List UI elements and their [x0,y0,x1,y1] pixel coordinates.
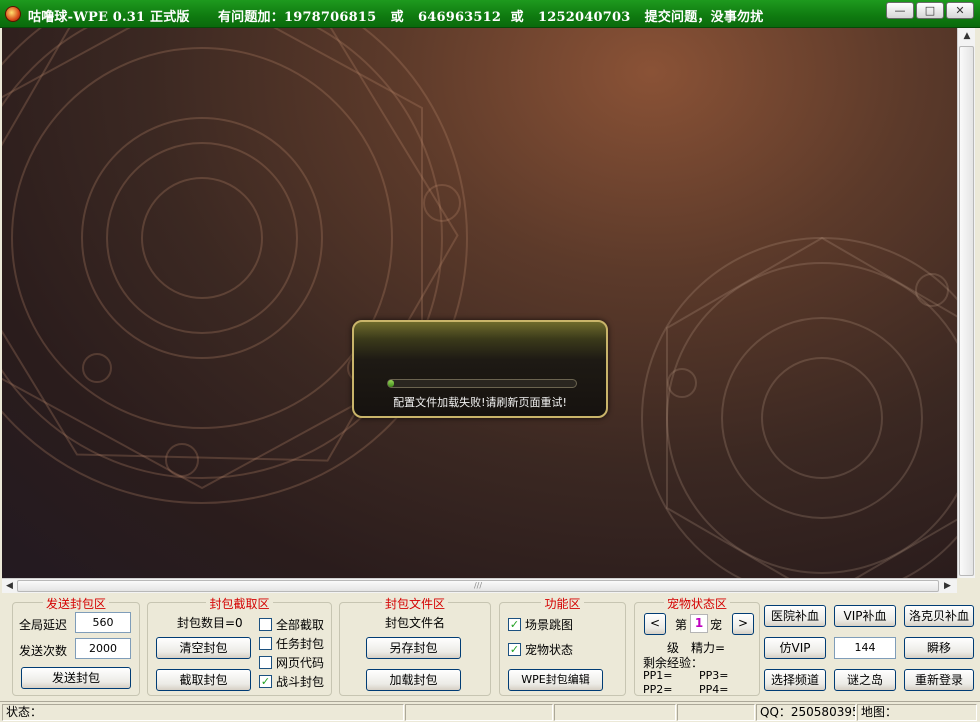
loading-error-message: 配置文件加载失败!请刷新页面重试! [393,396,567,409]
checkbox-label: 任务封包 [276,637,325,651]
horizontal-scroll-thumb[interactable]: /// [17,580,939,592]
checkbox-label: 场景跳图 [525,618,574,632]
send-count-label: 发送次数 [19,644,68,658]
pet-index-suffix: 宠 [710,618,723,632]
pp2-label: PP2= [643,683,673,696]
clear-packets-button[interactable]: 清空封包 [156,637,251,659]
status-cell-empty-3 [677,704,755,721]
loading-progress-fill [388,380,394,387]
fake-vip-button[interactable]: 仿VIP [764,637,826,659]
function-group: 功能区 ✓ 场景跳图 ✓ 宠物状态 WPE封包编辑 [499,597,626,696]
wpe-packet-editor-button[interactable]: WPE封包编辑 [508,669,603,691]
pet-index-prefix: 第 [675,618,688,632]
title-bar[interactable]: 咕噜球-WPE 0.31 正式版 有问题加：1978706815 或 64696… [0,0,980,28]
loading-dialog: 配置文件加载失败!请刷新页面重试! [352,320,608,418]
maximize-button[interactable]: □ [916,2,944,19]
qq-number: QQ：2505803952 [756,704,856,721]
pp1-label: PP1= [643,669,673,682]
riddle-island-button[interactable]: 谜之岛 [834,669,896,691]
pet-group-title: 宠物状态区 [663,597,730,611]
file-group-title: 封包文件区 [381,597,448,611]
checkbox-box[interactable] [259,656,272,669]
send-packet-group: 发送封包区 全局延迟 560 发送次数 2000 发送封包 [12,597,140,696]
relogin-button[interactable]: 重新登录 [904,669,974,691]
previous-pet-button[interactable]: < [644,613,666,635]
send-group-title: 发送封包区 [42,597,109,611]
checkbox-label: 网页代码 [276,656,325,670]
checkbox-label: 宠物状态 [525,643,574,657]
capture-packets-button[interactable]: 截取封包 [156,669,251,691]
delay-input[interactable]: 560 [75,612,131,633]
loading-progress-bar [387,379,577,388]
teleport-button[interactable]: 瞬移 [904,637,974,659]
minimize-button[interactable]: — [886,2,914,19]
pp3-label: PP3= [699,669,729,682]
function-group-title: 功能区 [541,597,584,611]
vertical-scrollbar[interactable]: ▲ [957,28,975,578]
load-packet-button[interactable]: 加载封包 [366,669,461,691]
magic-circle-right-decoration [641,236,957,578]
window-title: 咕噜球-WPE 0.31 正式版 有问题加：1978706815 或 64696… [28,10,764,25]
checkbox-task-packets[interactable]: 任务封包 [259,635,324,652]
checkbox-label: 全部截取 [276,618,325,632]
checkbox-checked-box[interactable]: ✓ [508,643,521,656]
scroll-up-arrow-icon[interactable]: ▲ [958,28,976,44]
status-text: 状态： [2,704,404,721]
horizontal-scrollbar[interactable]: ◀ /// ▶ [2,578,957,593]
checkbox-checked-box[interactable]: ✓ [508,618,521,631]
value-input[interactable]: 144 [834,637,896,659]
checkbox-box[interactable] [259,618,272,631]
pp4-label: PP4= [699,683,729,696]
capture-group-title: 封包截取区 [206,597,273,611]
close-button[interactable]: ✕ [946,2,974,19]
delay-label: 全局延迟 [19,618,68,632]
app-logo-icon [5,6,21,22]
save-as-packet-button[interactable]: 另存封包 [366,637,461,659]
scroll-right-arrow-icon[interactable]: ▶ [940,579,955,594]
map-label: 地图： [857,704,977,721]
hospital-heal-button[interactable]: 医院补血 [764,605,826,627]
checkbox-battle-packets[interactable]: ✓ 战斗封包 [259,673,324,690]
pet-status-group: 宠物状态区 < 第 1 宠 > 级 精力= 剩余经验： PP1= PP3= PP… [634,597,760,696]
capture-packet-group: 封包截取区 封包数目=0 清空封包 截取封包 全部截取 任务封包 网页代码 ✓ … [147,597,332,696]
app-window: 咕噜球-WPE 0.31 正式版 有问题加：1978706815 或 64696… [0,0,980,722]
checkbox-box[interactable] [259,637,272,650]
packet-file-group: 封包文件区 封包文件名 另存封包 加载封包 [339,597,491,696]
checkbox-scene-jump[interactable]: ✓ 场景跳图 [508,616,573,633]
send-count-input[interactable]: 2000 [75,638,131,659]
rock-heal-button[interactable]: 洛克贝补血 [904,605,974,627]
checkbox-label: 战斗封包 [276,675,325,689]
checkbox-capture-all[interactable]: 全部截取 [259,616,324,633]
vertical-scroll-thumb[interactable] [959,46,974,576]
filename-label: 封包文件名 [384,616,445,630]
control-panel: 发送封包区 全局延迟 560 发送次数 2000 发送封包 封包截取区 封包数目… [0,593,980,701]
select-channel-button[interactable]: 选择频道 [764,669,826,691]
next-pet-button[interactable]: > [732,613,754,635]
game-viewport[interactable]: 配置文件加载失败!请刷新页面重试! [2,28,957,578]
vip-heal-button[interactable]: VIP补血 [834,605,896,627]
send-packet-button[interactable]: 发送封包 [21,667,131,689]
packet-count-text: 封包数目=0 [177,616,243,630]
status-bar: 状态： QQ：2505803952 地图： [0,701,980,722]
checkbox-pet-status[interactable]: ✓ 宠物状态 [508,641,573,658]
status-cell-empty-1 [405,704,553,721]
checkbox-web-code[interactable]: 网页代码 [259,654,324,671]
scroll-left-arrow-icon[interactable]: ◀ [2,579,17,594]
pet-index-value: 1 [690,614,708,633]
status-cell-empty-2 [554,704,676,721]
checkbox-checked-box[interactable]: ✓ [259,675,272,688]
